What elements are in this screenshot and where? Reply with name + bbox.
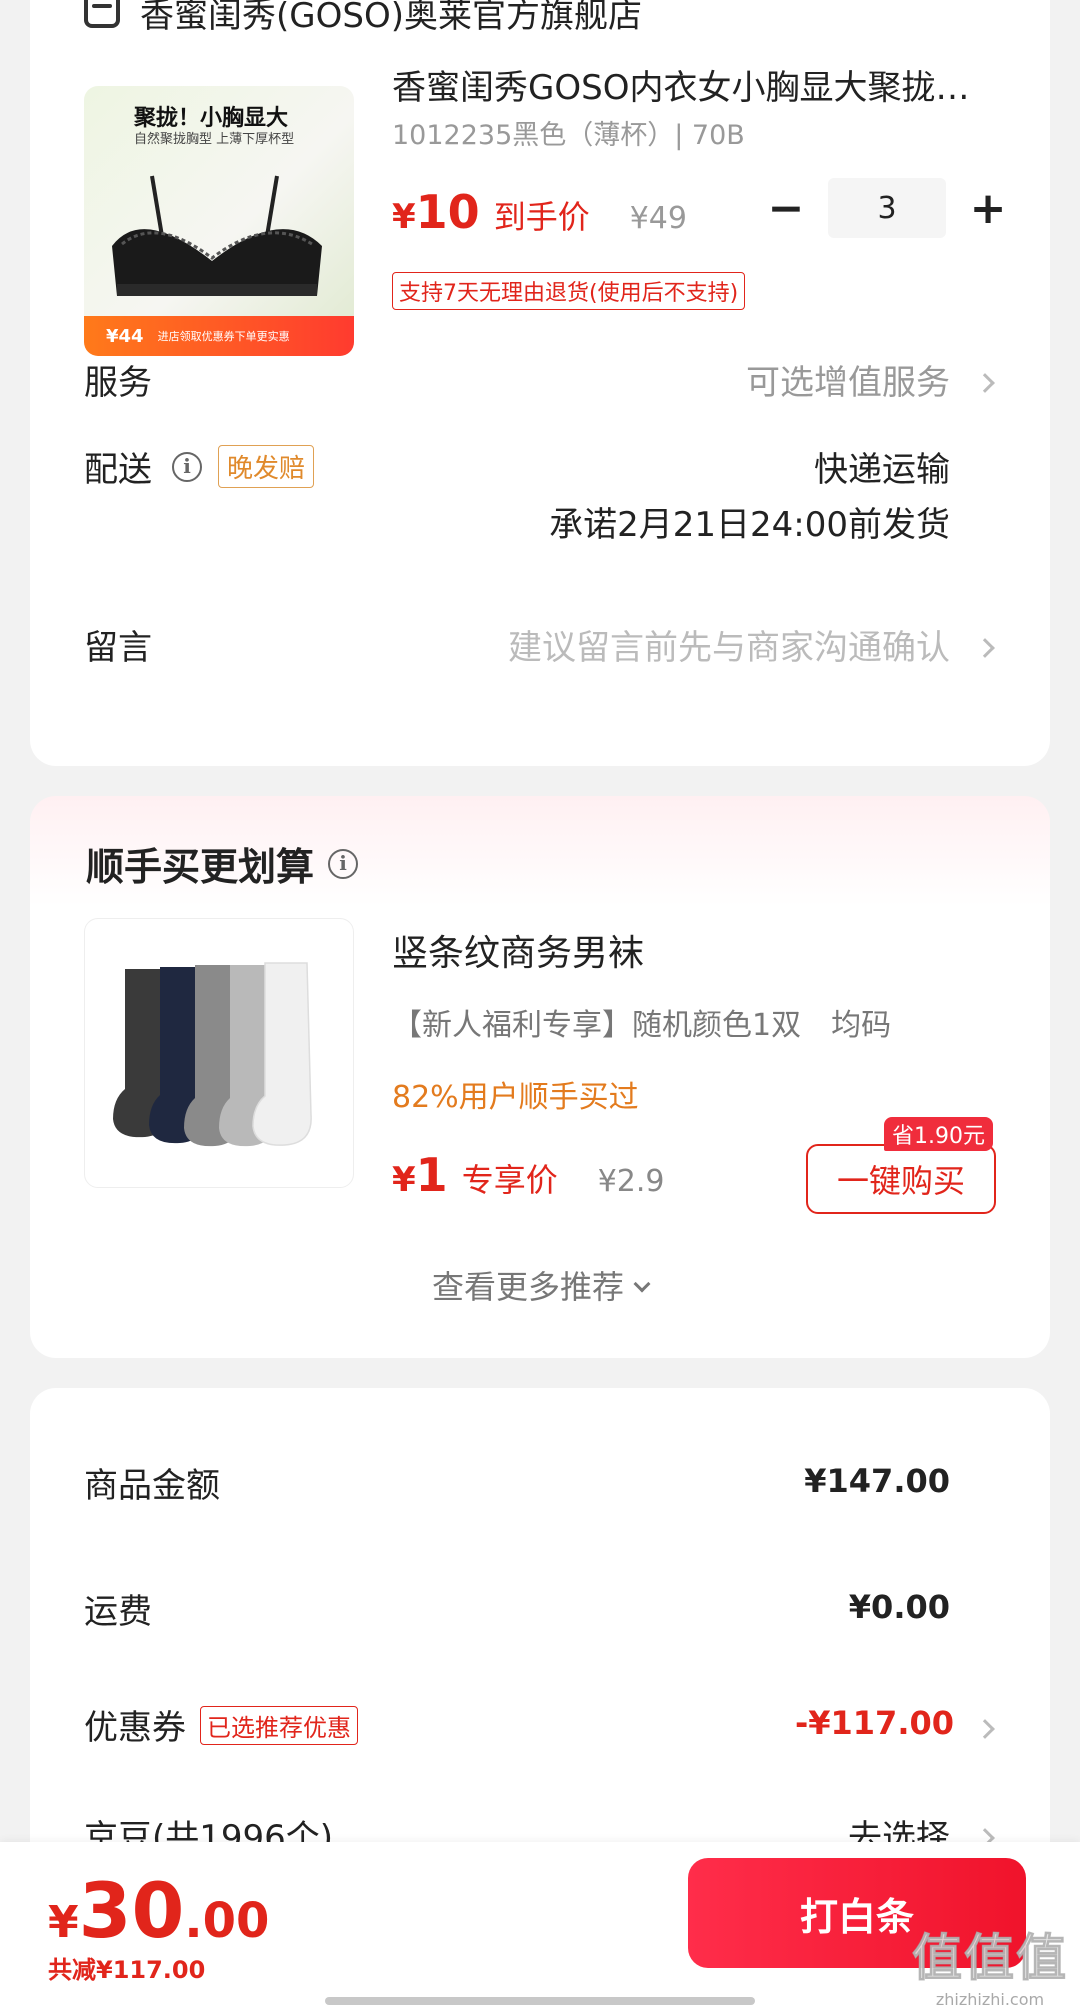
chevron-down-icon xyxy=(633,1275,651,1293)
message-input[interactable]: 建议留言前先与商家沟通确认 xyxy=(508,620,950,669)
recommend-product-spec: 【新人福利专享】随机颜色1双 均码 xyxy=(392,1008,892,1043)
shipping-value: ¥0.00 xyxy=(848,1588,950,1626)
price-value: 10 xyxy=(415,185,480,239)
return-policy-tag: 支持7天无理由退货(使用后不支持) xyxy=(392,272,746,310)
promo-note: 进店领取优惠券下单更实惠 xyxy=(157,330,290,343)
message-label: 留言 xyxy=(84,628,152,668)
one-click-buy-button[interactable]: 一键购买 xyxy=(806,1144,996,1214)
total-symbol: ¥ xyxy=(48,1897,79,1948)
total-decimal: .00 xyxy=(184,1893,270,1949)
total-integer: 30 xyxy=(78,1866,185,1955)
recommend-title-row: 顺手买更划算 i xyxy=(86,836,359,891)
quantity-stepper: − 3 + xyxy=(756,178,1018,238)
coupon-chevron-icon[interactable] xyxy=(975,1719,995,1739)
goods-amount-label: 商品金额 xyxy=(84,1466,220,1506)
recommend-price-label: 专享价 xyxy=(461,1161,558,1199)
original-price: ¥49 xyxy=(629,201,687,236)
shop-name: 香蜜闺秀(GOSO)奥莱官方旗舰店 xyxy=(140,0,642,36)
socks-illustration xyxy=(113,962,312,1147)
service-chevron-icon[interactable] xyxy=(975,373,995,393)
view-more-label: 查看更多推荐 xyxy=(431,1268,624,1306)
product-price-row: ¥10 到手价 ¥49 xyxy=(392,185,687,241)
price-symbol: ¥ xyxy=(392,1160,416,1200)
watermark-logo: 值值值 zhizhizhi.com xyxy=(912,1918,1068,2009)
shop-header[interactable]: 香蜜闺秀(GOSO)奥莱官方旗舰店 xyxy=(84,0,642,36)
save-amount-badge: 省1.90元 xyxy=(884,1117,993,1151)
order-card: 香蜜闺秀(GOSO)奥莱官方旗舰店 聚拢！小胸显大 自然聚拢胸型 上薄下厚杯型 … xyxy=(30,0,1050,766)
recommend-card: 顺手买更划算 i 竖条纹商务男袜 【新人福利专享】随机颜色1双 均码 82%用户… xyxy=(30,796,1050,1358)
late-compensation-tag: 晚发赔 xyxy=(218,445,315,488)
recommend-price-row: ¥1 专享价 ¥2.9 xyxy=(392,1148,665,1202)
delivery-label: 配送 xyxy=(84,450,152,490)
total-saved: 共减¥117.00 xyxy=(48,1956,206,1984)
product-sku[interactable]: 1012235黑色（薄杯）| 70B xyxy=(392,113,745,152)
price-symbol: ¥ xyxy=(392,197,416,237)
product-title[interactable]: 香蜜闺秀GOSO内衣女小胸显大聚拢无钢圈文胸 xyxy=(392,60,982,109)
delivery-row: 配送 i 晚发赔 xyxy=(84,442,315,491)
product-image-promo-bar: ¥44 进店领取优惠券下单更实惠 xyxy=(84,316,354,356)
bra-illustration xyxy=(112,175,322,296)
info-icon[interactable]: i xyxy=(328,848,359,879)
product-price: ¥10 xyxy=(392,185,480,239)
recommend-original-price: ¥2.9 xyxy=(597,1164,665,1199)
delivery-method[interactable]: 快递运输 xyxy=(814,442,950,491)
total-price: ¥ 30 .00 xyxy=(48,1866,269,1955)
decrease-button[interactable]: − xyxy=(756,178,816,238)
shipping-label: 运费 xyxy=(84,1592,152,1632)
view-more-recommendations[interactable]: 查看更多推荐 xyxy=(30,1262,1050,1308)
watermark-text: 值值值 xyxy=(912,1929,1068,1988)
message-chevron-icon[interactable] xyxy=(975,638,995,658)
quantity-field[interactable]: 3 xyxy=(828,178,946,238)
product-image[interactable]: 聚拢！小胸显大 自然聚拢胸型 上薄下厚杯型 ¥44 进店领取优惠券下单更实惠 xyxy=(84,86,354,356)
recommend-title: 顺手买更划算 xyxy=(86,845,315,889)
coupon-value[interactable]: -¥117.00 xyxy=(795,1704,954,1742)
home-indicator[interactable] xyxy=(325,1997,755,2005)
goods-amount-value: ¥147.00 xyxy=(804,1462,950,1500)
coupon-selected-tag: 已选推荐优惠 xyxy=(200,1706,358,1745)
coupon-label: 优惠券 xyxy=(84,1708,186,1748)
price-value: 1 xyxy=(415,1148,448,1202)
recommend-buyers-stat: 82%用户顺手买过 xyxy=(392,1080,639,1115)
recommend-product-name[interactable]: 竖条纹商务男袜 xyxy=(392,924,644,976)
watermark-url: zhizhizhi.com xyxy=(935,1990,1045,2009)
product-image-subline: 自然聚拢胸型 上薄下厚杯型 xyxy=(134,132,295,147)
delivery-promise: 承诺2月21日24:00前发货 xyxy=(549,505,950,545)
promo-price: ¥44 xyxy=(106,325,144,347)
service-value[interactable]: 可选增值服务 xyxy=(746,355,950,404)
service-label: 服务 xyxy=(84,363,152,403)
recommend-price: ¥1 xyxy=(392,1148,448,1202)
price-label: 到手价 xyxy=(493,198,590,236)
shop-icon xyxy=(84,0,120,28)
increase-button[interactable]: + xyxy=(958,178,1018,238)
coupon-row[interactable]: 优惠券 已选推荐优惠 xyxy=(84,1700,358,1749)
sock-product-image[interactable] xyxy=(84,918,354,1188)
info-icon[interactable]: i xyxy=(172,451,202,482)
